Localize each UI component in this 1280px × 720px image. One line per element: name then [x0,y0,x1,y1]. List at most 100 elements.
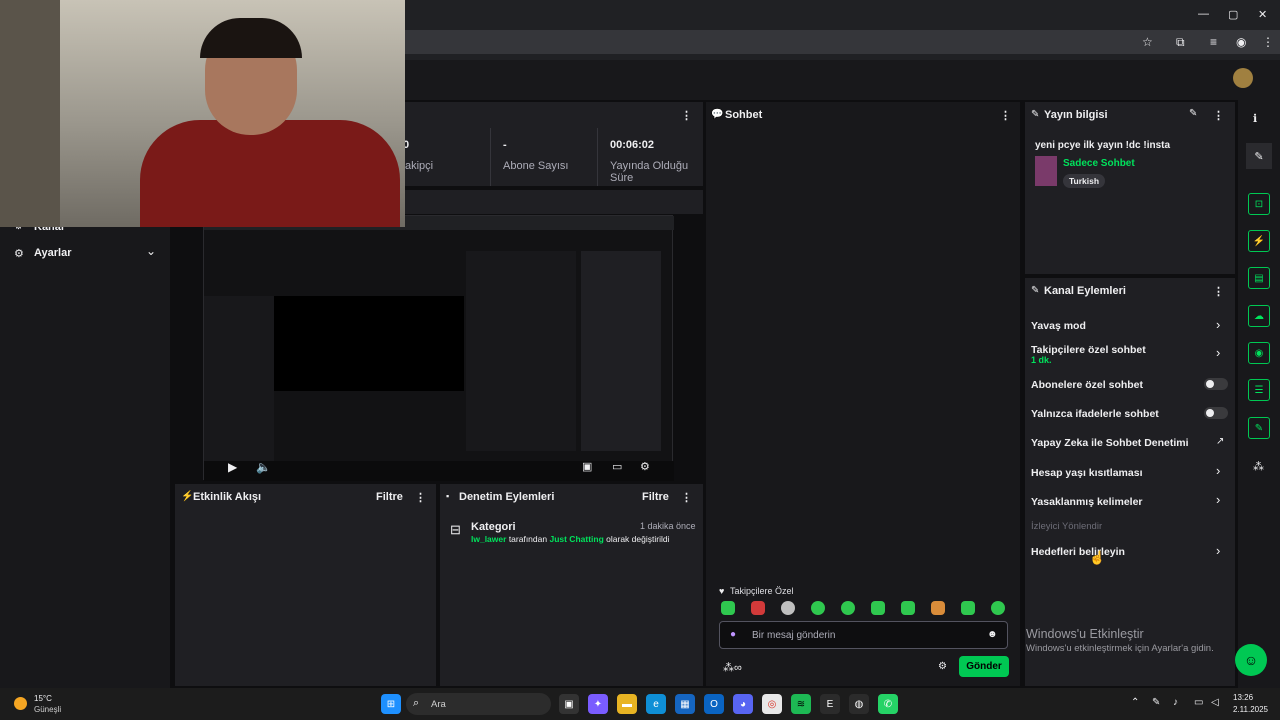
weather-icon[interactable] [14,697,27,710]
spotify-icon[interactable]: ≋ [791,694,811,714]
clip-icon[interactable]: ▣ [582,460,592,473]
category-thumbnail[interactable] [1035,156,1057,186]
account-age-item[interactable]: Hesap yaşı kısıtlaması [1031,467,1143,479]
chevron-right-icon[interactable]: › [1216,492,1220,507]
chevron-right-icon[interactable]: › [1216,543,1220,558]
tray-chevron-icon[interactable]: ⌃ [1131,697,1139,708]
edit-icon[interactable]: ✎ [1189,108,1197,119]
chevron-down-icon[interactable]: ⌄ [146,244,156,258]
discord-icon[interactable]: ◕ [733,694,753,714]
taskbar-search[interactable] [406,693,551,715]
ai-moderation-item[interactable]: Yapay Zeka ile Sohbet Denetimi [1031,437,1189,449]
close-button[interactable]: ✕ [1258,8,1267,21]
microphone-icon[interactable]: ♪ [1173,697,1178,708]
emote-8[interactable] [931,601,945,615]
activity-filter-button[interactable]: Filtre [376,491,403,503]
emote-chat-toggle[interactable] [1204,407,1228,419]
channel-actions-panel [1025,278,1235,686]
theater-icon[interactable]: ▭ [612,460,622,473]
activation-subtitle: Windows'u etkinleştirmek için Ayarlar'a … [1026,643,1214,654]
chevron-right-icon[interactable]: › [1216,345,1220,360]
webcam-overlay [0,0,405,227]
wrench-rail-icon[interactable]: ✎ [1248,417,1270,439]
obs-icon[interactable]: ◍ [849,694,869,714]
emote-2[interactable] [751,601,765,615]
broadcast-rail-icon[interactable]: ◉ [1248,342,1270,364]
clock-date[interactable]: 2.11.2025 [1233,705,1268,714]
settings-icon[interactable]: ⚙ [640,460,650,473]
speaker-icon[interactable]: ◁ [1211,697,1219,708]
points-icon[interactable]: ⁂∞ [723,661,742,674]
store-icon[interactable]: ▦ [675,694,695,714]
chat-placeholder: Bir mesaj gönderin [752,630,836,641]
copilot-icon[interactable]: ✦ [588,694,608,714]
emote-4[interactable] [811,601,825,615]
stream-info-menu-icon[interactable]: ⋮ [1213,109,1224,122]
emote-9[interactable] [961,601,975,615]
profile-icon[interactable]: ◉ [1236,35,1246,49]
network-icon[interactable]: ▭ [1194,697,1203,708]
play-icon[interactable]: ▶ [228,460,237,474]
category-link[interactable]: Sadece Sohbet [1063,158,1135,169]
clock-time[interactable]: 13:26 [1233,693,1253,702]
mic-icon[interactable]: ● [730,629,736,640]
moderation-filter-button[interactable]: Filtre [642,491,669,503]
whatsapp-icon[interactable]: ✆ [878,694,898,714]
volume-icon[interactable]: 🔈 [256,460,271,474]
channel-actions-menu-icon[interactable]: ⋮ [1213,285,1224,298]
banned-words-item[interactable]: Yasaklanmış kelimeler [1031,496,1143,508]
emoji-icon[interactable]: ☻ [987,629,998,640]
emote-10[interactable] [991,601,1005,615]
heart-icon: ♥ [719,586,725,596]
external-link-icon[interactable]: ↗ [1216,436,1224,447]
chevron-right-icon[interactable]: › [1216,463,1220,478]
edge-icon[interactable]: e [646,694,666,714]
minimize-button[interactable]: — [1198,8,1209,20]
emote-3[interactable] [781,601,795,615]
list-rail-icon[interactable]: ☰ [1248,379,1270,401]
uptime-value: 00:06:02 [610,139,655,151]
media-icon[interactable]: ≡ [1210,35,1217,49]
outlook-icon[interactable]: O [704,694,724,714]
chat-menu-icon[interactable]: ⋮ [1000,109,1011,122]
extensions-icon[interactable]: ⧉ [1176,35,1185,50]
windows-start-icon[interactable]: ⊞ [381,694,401,714]
entry-title: Kategori [471,521,516,533]
send-button[interactable]: Gönder [959,656,1009,677]
chat-rail-icon[interactable]: ☁ [1248,305,1270,327]
pen-icon[interactable]: ✎ [1152,697,1160,708]
chat-title: Sohbet [725,109,763,121]
goals-item[interactable]: Hedefleri belirleyin [1031,546,1125,558]
activity-menu-icon[interactable]: ⋮ [415,491,426,504]
edit-rail-icon[interactable]: ✎ [1246,143,1272,169]
help-button[interactable]: ☺ [1235,644,1267,676]
slow-mode-item[interactable]: Yavaş mod [1031,320,1086,332]
entry-category[interactable]: Just Chatting [549,534,603,544]
menu-icon[interactable]: ⋮ [1262,35,1274,49]
emote-1[interactable] [721,601,735,615]
epic-games-icon[interactable]: E [820,694,840,714]
emote-6[interactable] [871,601,885,615]
tag-badge[interactable]: Turkish [1063,174,1106,188]
maximize-button[interactable]: ▢ [1228,8,1238,21]
chat-settings-icon[interactable]: ⚙ [938,661,947,672]
file-explorer-icon[interactable]: ▬ [617,694,637,714]
entry-user[interactable]: lw_lawer [471,534,506,544]
star-icon[interactable]: ☆ [1142,35,1153,49]
bolt-rail-icon[interactable]: ⚡ [1248,230,1270,252]
stream-preview[interactable]: ▶ 🔈 ▣ ▭ ⚙ [203,215,674,481]
points-rail-icon[interactable]: ⁂ [1253,460,1264,473]
emote-5[interactable] [841,601,855,615]
info-icon[interactable]: ℹ [1253,112,1257,125]
clip-rail-icon[interactable]: ⊡ [1248,193,1270,215]
avatar[interactable] [1233,68,1253,88]
chevron-right-icon[interactable]: › [1216,317,1220,332]
moderation-menu-icon[interactable]: ⋮ [681,491,692,504]
task-view-icon[interactable]: ▣ [559,694,579,714]
emote-7[interactable] [901,601,915,615]
chrome-icon[interactable]: ◎ [762,694,782,714]
document-rail-icon[interactable]: ▤ [1248,267,1270,289]
stats-menu-icon[interactable]: ⋮ [681,109,692,122]
sidebar-item-ayarlar[interactable]: Ayarlar [34,247,72,259]
sub-chat-toggle[interactable] [1204,378,1228,390]
